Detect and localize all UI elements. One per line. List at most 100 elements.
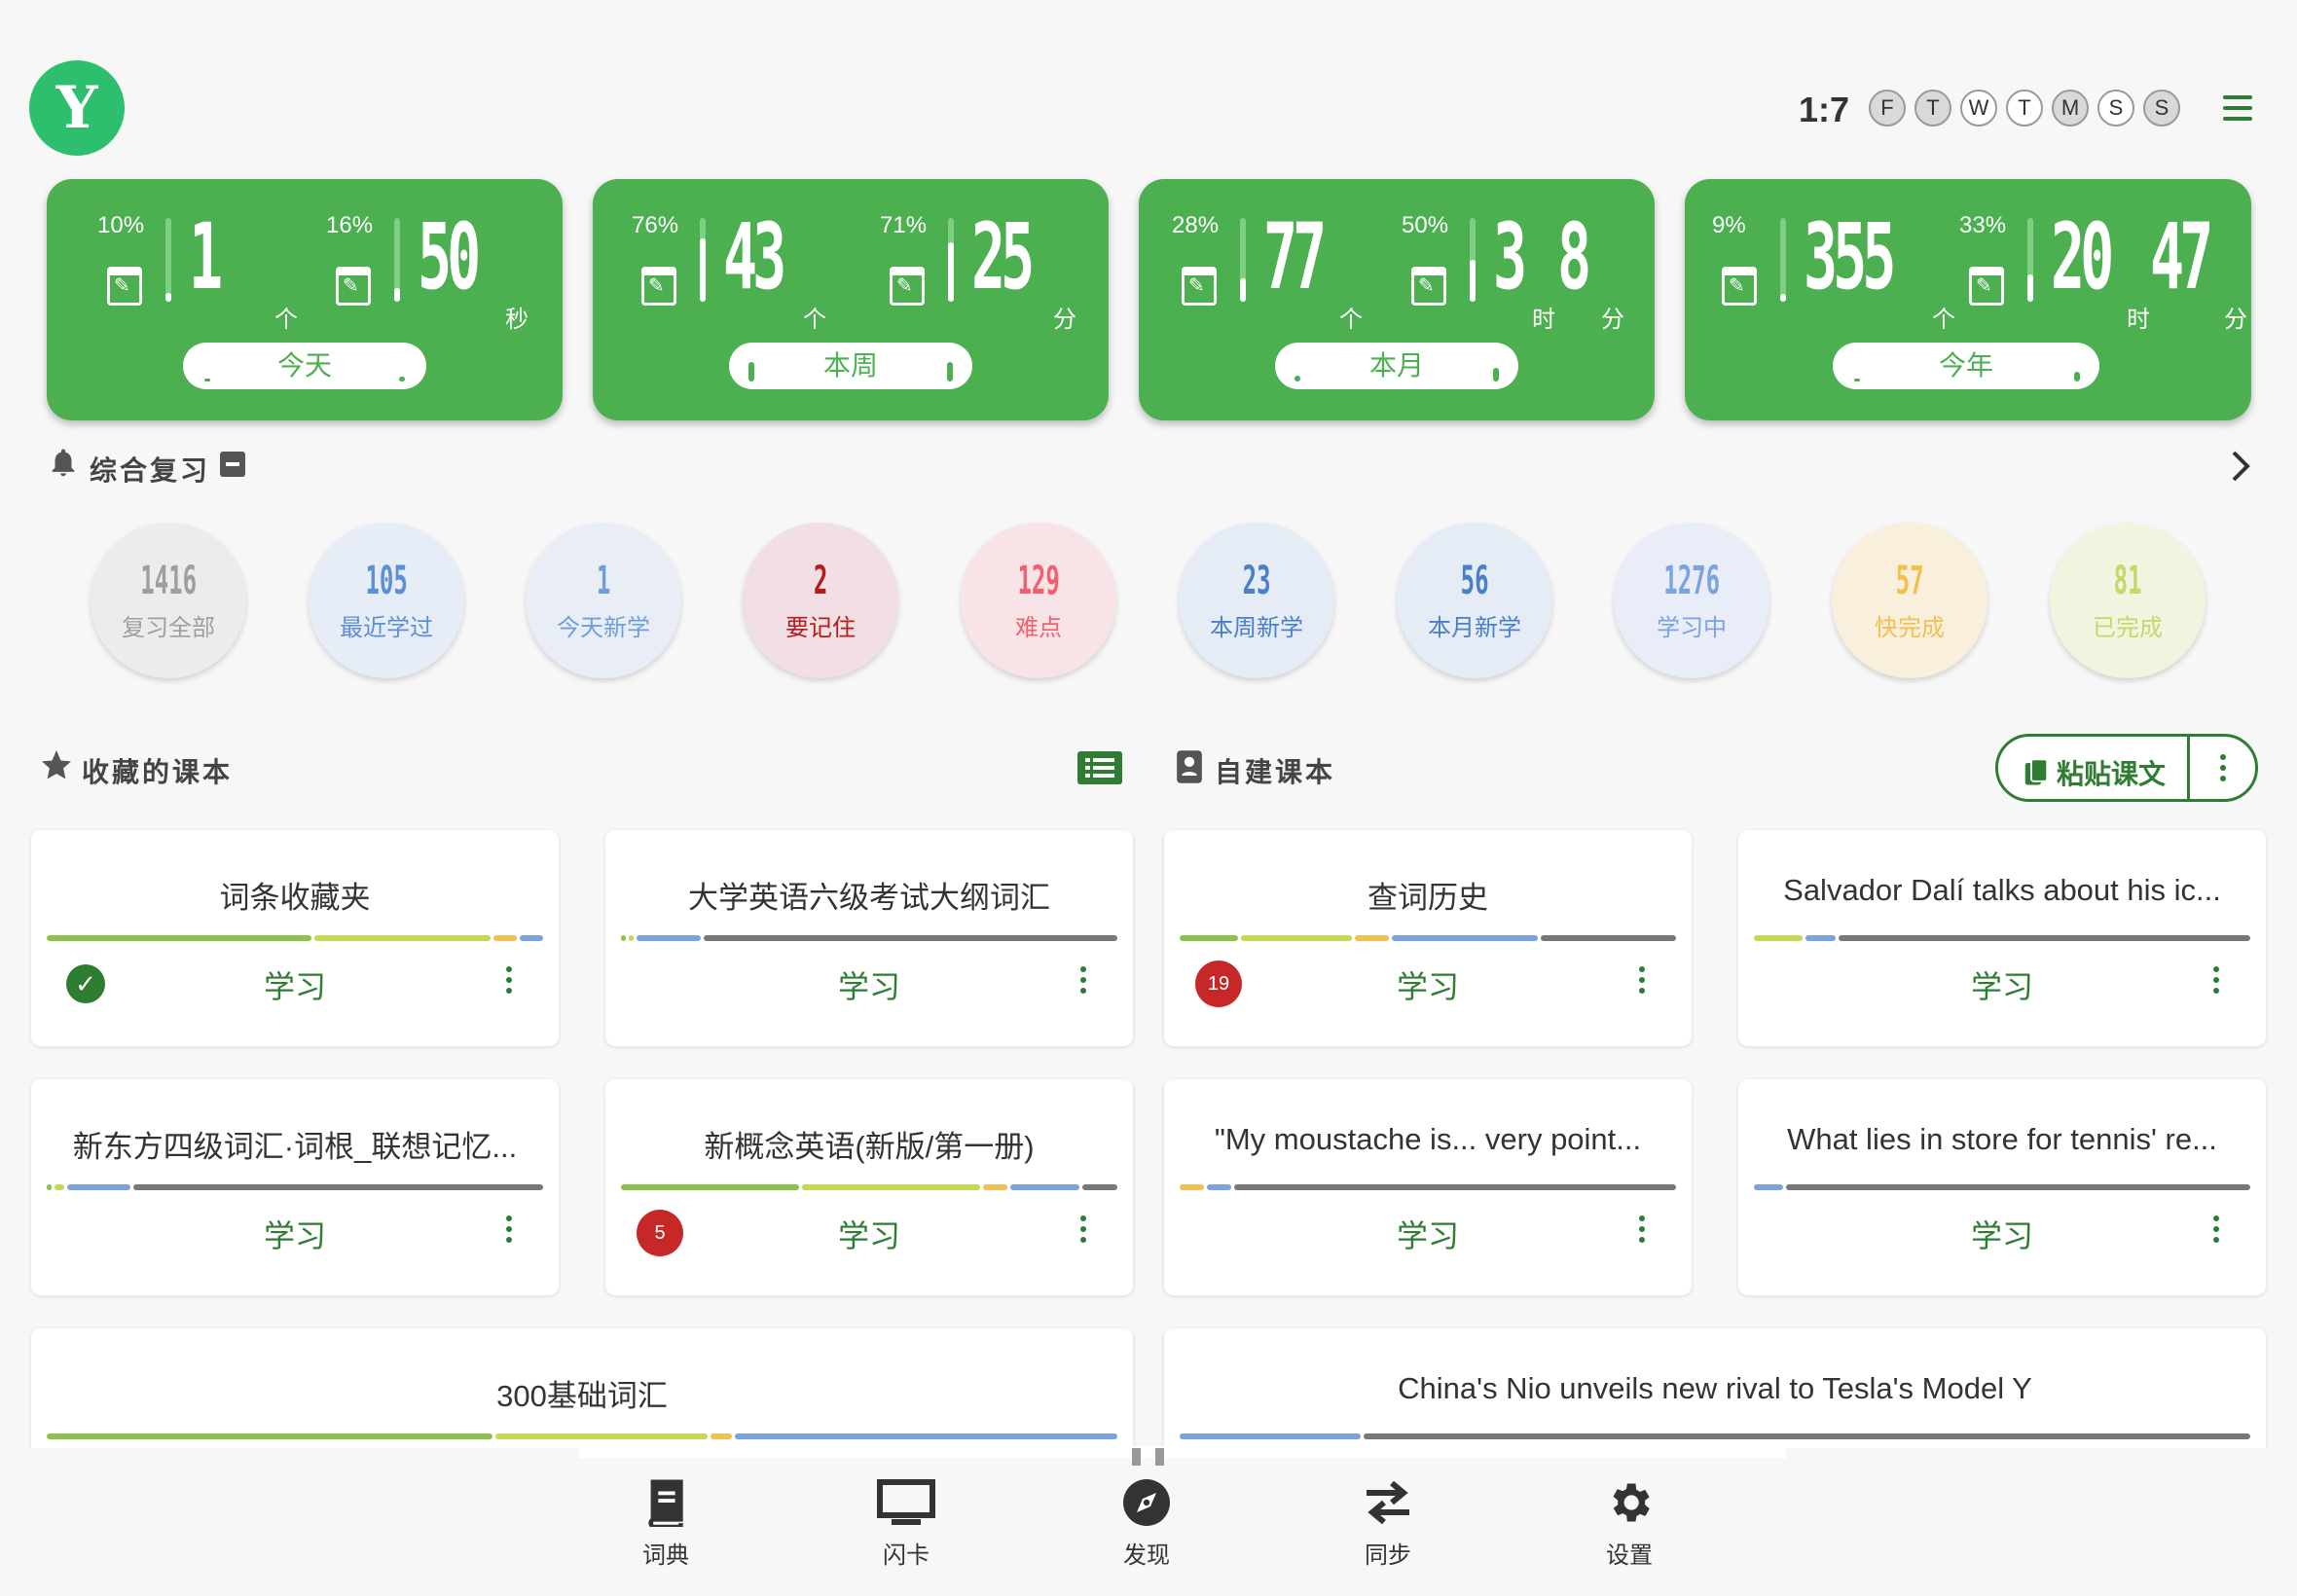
period-label: 本周: [822, 350, 878, 381]
period-pill-month[interactable]: 本月: [1275, 343, 1518, 389]
nav-discover[interactable]: 发现: [1088, 1475, 1205, 1570]
time-minutes: 47: [2150, 204, 2213, 310]
own-lessons-title: 自建课本: [1215, 757, 1336, 787]
stat-card-month[interactable]: 28% 77 个 50% 3 时 8 分 本月: [1139, 179, 1655, 420]
stat-card-today[interactable]: 10% 1 个 16% 50 秒 今天: [47, 179, 563, 420]
contact-book-icon: [1174, 749, 1205, 789]
filter-count: 23: [1242, 558, 1271, 603]
filter-label: 已完成: [2093, 614, 2163, 641]
count-progress-bar: [1780, 218, 1786, 302]
list-view-icon[interactable]: [1077, 751, 1122, 784]
nav-flashcards[interactable]: 闪卡: [848, 1475, 965, 1570]
stat-card-year[interactable]: 9% 355 个 33% 20 时 47 分 今年: [1685, 179, 2251, 420]
bell-icon: [47, 446, 80, 479]
count-unit: 个: [1932, 307, 1955, 333]
lesson-card[interactable]: 新东方四级词汇·词根_联想记忆... 学习: [31, 1079, 559, 1295]
drag-handle[interactable]: [1132, 1448, 1165, 1466]
collapse-icon[interactable]: [220, 452, 245, 477]
chevron-right-icon[interactable]: [2229, 450, 2252, 491]
study-button[interactable]: 学习: [1738, 1212, 2266, 1256]
more-vert-icon[interactable]: [506, 966, 512, 994]
count-percent: 10%: [97, 212, 145, 238]
nav-label: 词典: [642, 1542, 689, 1569]
more-vert-icon[interactable]: [506, 1215, 512, 1243]
lesson-card[interactable]: 大学英语六级考试大纲词汇 学习: [605, 830, 1133, 1046]
review-filter-circle[interactable]: 23 本周新学: [1179, 523, 1334, 678]
paste-text-button-group[interactable]: 粘贴课文: [1995, 734, 2258, 802]
time-number: 50: [418, 204, 481, 310]
paste-text-label: 粘贴课文: [2057, 759, 2167, 789]
lesson-title: China's Nio unveils new rival to Tesla's…: [1398, 1371, 2032, 1405]
review-filter-circle[interactable]: 1416 复习全部: [91, 523, 246, 678]
time-hours: 3: [1493, 204, 1527, 310]
lesson-card[interactable]: "My moustache is... very point... 学习: [1164, 1079, 1692, 1295]
count-number: 355: [1804, 204, 1896, 310]
review-filter-circle[interactable]: 56 本月新学: [1397, 523, 1552, 678]
sync-icon: [1330, 1475, 1446, 1530]
nav-dictionary[interactable]: 词典: [607, 1475, 724, 1570]
filter-label: 要记住: [785, 614, 856, 641]
study-button[interactable]: 学习: [1164, 1212, 1692, 1256]
nav-label: 发现: [1123, 1542, 1170, 1569]
review-filter-circle[interactable]: 105 最近学过: [309, 523, 464, 678]
period-pill-week[interactable]: 本周: [729, 343, 972, 389]
lesson-card[interactable]: 查词历史 学习 19: [1164, 830, 1692, 1046]
review-filter-circle[interactable]: 1 今天新学: [526, 523, 681, 678]
study-button[interactable]: 学习: [31, 962, 559, 1007]
filter-label: 快完成: [1875, 614, 1945, 641]
stat-card-week[interactable]: 76% 43 个 71% 25 分 本周: [593, 179, 1109, 420]
more-vert-icon[interactable]: [1639, 1215, 1645, 1243]
more-vert-icon[interactable]: [2220, 754, 2226, 781]
check-icon: ✓: [66, 964, 105, 1003]
more-vert-icon[interactable]: [1080, 1215, 1086, 1243]
lesson-progress-bar: [1180, 1184, 1676, 1190]
nav-label: 闪卡: [883, 1542, 930, 1569]
count-percent: 9%: [1712, 212, 1746, 238]
review-filter-circle[interactable]: 57 快完成: [1832, 523, 1987, 678]
monitor-icon: [848, 1475, 965, 1530]
day-indicator: S: [2097, 90, 2134, 127]
app-logo[interactable]: Y: [29, 60, 125, 156]
count-number: 77: [1263, 204, 1327, 310]
lesson-progress-bar: [621, 935, 1117, 941]
ratio-label: 1:7: [1799, 90, 1850, 129]
more-vert-icon[interactable]: [1639, 966, 1645, 994]
study-button[interactable]: 学习: [605, 962, 1133, 1007]
nav-label: 设置: [1606, 1542, 1653, 1569]
lesson-card[interactable]: 词条收藏夹 学习 ✓: [31, 830, 559, 1046]
time-percent: 16%: [326, 212, 374, 238]
day-indicator: M: [2052, 90, 2089, 127]
lesson-progress-bar: [47, 1433, 1117, 1439]
paste-text-button[interactable]: 粘贴课文: [2024, 753, 2166, 792]
time-progress-bar: [1470, 218, 1476, 302]
time-unit: 分: [1053, 307, 1076, 333]
calendar-edit-icon: [336, 267, 371, 306]
nav-sync[interactable]: 同步: [1330, 1475, 1446, 1570]
more-vert-icon[interactable]: [2213, 966, 2219, 994]
study-button[interactable]: 学习: [1738, 962, 2266, 1007]
lesson-card[interactable]: 新概念英语(新版/第一册) 学习 5: [605, 1079, 1133, 1295]
filter-count: 2: [813, 558, 828, 603]
hamburger-menu-icon[interactable]: [2223, 95, 2252, 121]
nav-settings[interactable]: 设置: [1571, 1475, 1688, 1570]
lesson-card[interactable]: Salvador Dalí talks about his ic... 学习: [1738, 830, 2266, 1046]
time-hours: 20: [2051, 204, 2114, 310]
filter-count: 1416: [140, 558, 197, 603]
review-filter-circle[interactable]: 2 要记住: [743, 523, 898, 678]
study-button[interactable]: 学习: [1164, 962, 1692, 1007]
review-filter-circle[interactable]: 1276 学习中: [1614, 523, 1769, 678]
study-button[interactable]: 学习: [31, 1212, 559, 1256]
period-pill-today[interactable]: 今天: [183, 343, 426, 389]
compass-icon: [1088, 1475, 1205, 1530]
time-percent: 71%: [880, 212, 928, 238]
count-progress-bar: [700, 218, 706, 302]
time-number: 25: [971, 204, 1035, 310]
review-filter-circle[interactable]: 129 难点: [961, 523, 1116, 678]
count-number: 1: [189, 204, 223, 310]
period-pill-year[interactable]: 今年: [1833, 343, 2099, 389]
lesson-card[interactable]: What lies in store for tennis' re... 学习: [1738, 1079, 2266, 1295]
more-vert-icon[interactable]: [2213, 1215, 2219, 1243]
more-vert-icon[interactable]: [1080, 966, 1086, 994]
review-filter-circle[interactable]: 81 已完成: [2050, 523, 2206, 678]
study-button[interactable]: 学习: [605, 1212, 1133, 1256]
